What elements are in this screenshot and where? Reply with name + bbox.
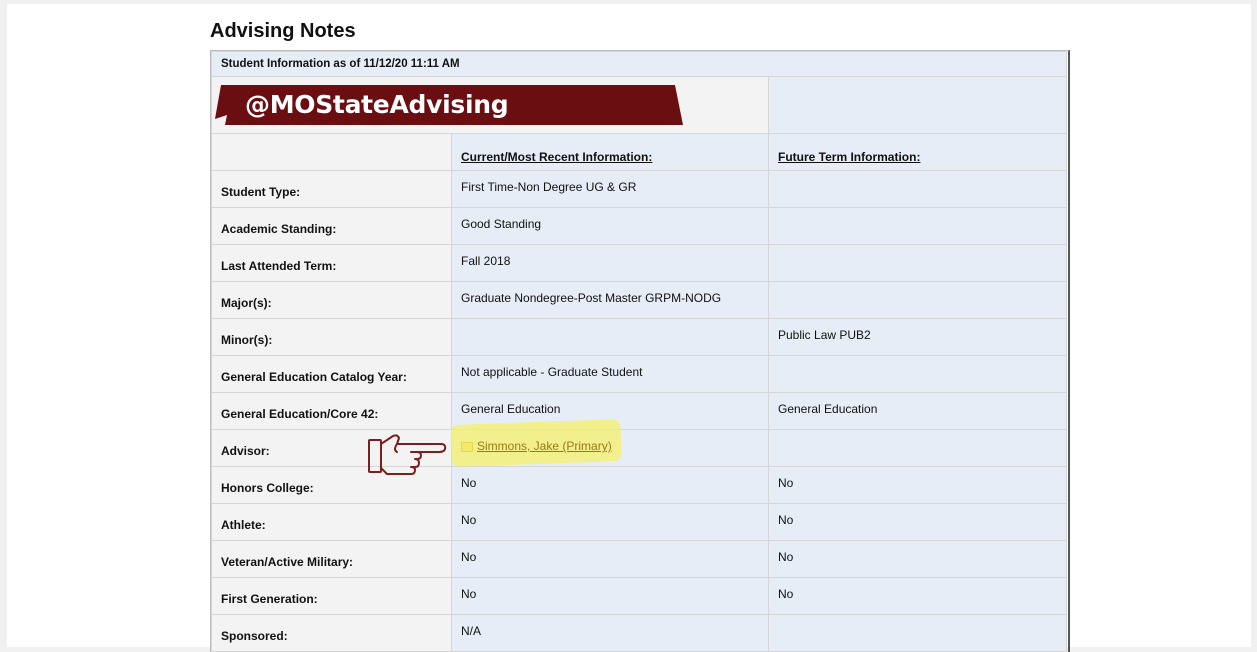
row-future: Public Law PUB2 [767, 318, 1068, 356]
row-future [767, 281, 1068, 319]
row-future [767, 614, 1068, 652]
row-future [767, 170, 1068, 208]
advisor-name: Simmons, Jake (Primary) [477, 439, 612, 453]
table-row: Minor(s): Public Law PUB2 [211, 318, 1068, 356]
row-label: Academic Standing: [211, 207, 452, 245]
row-current: No [451, 540, 769, 578]
row-current: Graduate Nondegree-Post Master GRPM-NODG [451, 281, 769, 319]
row-future: No [767, 540, 1068, 578]
row-label: Veteran/Active Military: [211, 540, 452, 578]
table-row: Student Type: First Time-Non Degree UG &… [211, 170, 1068, 208]
row-label: General Education Catalog Year: [211, 355, 452, 393]
page: Advising Notes Student Information as of… [7, 4, 1251, 652]
row-future: No [767, 503, 1068, 541]
table-row: General Education Catalog Year: Not appl… [211, 355, 1068, 393]
table-row-advisor: Advisor: Simmons, Jake (Primary) [211, 429, 1068, 467]
header-empty-cell [211, 133, 452, 171]
row-future: No [767, 577, 1068, 615]
header-current: Current/Most Recent Information: [451, 133, 769, 171]
table-row: Academic Standing: Good Standing [211, 207, 1068, 245]
table-row: First Generation: No No [211, 577, 1068, 615]
row-label: Sponsored: [211, 614, 452, 652]
row-current: N/A [451, 614, 769, 652]
table-row: Last Attended Term: Fall 2018 [211, 244, 1068, 282]
info-row: Student Information as of 11/12/20 11:11… [211, 51, 1068, 77]
banner-cell: @MOStateAdvising [211, 76, 769, 134]
row-label: Athlete: [211, 503, 452, 541]
banner-row: @MOStateAdvising [211, 76, 1068, 134]
advisor-link[interactable]: Simmons, Jake (Primary) [477, 439, 612, 453]
table-row: Honors College: No No [211, 466, 1068, 504]
info-caption: Student Information as of 11/12/20 11:11… [211, 51, 1068, 77]
table-row: Sponsored: N/A [211, 614, 1068, 652]
row-future: No [767, 466, 1068, 504]
row-label: Minor(s): [211, 318, 452, 356]
pointing-hand-icon [368, 434, 447, 475]
row-current: No [451, 503, 769, 541]
row-label: Student Type: [211, 170, 452, 208]
row-current: Not applicable - Graduate Student [451, 355, 769, 393]
row-future: General Education [767, 392, 1068, 430]
page-title: Advising Notes [210, 20, 356, 42]
row-label: Last Attended Term: [211, 244, 452, 282]
advising-table: Student Information as of 11/12/20 11:11… [211, 51, 1068, 652]
row-label: Major(s): [211, 281, 452, 319]
header-future: Future Term Information: [767, 133, 1068, 171]
table-row: General Education/Core 42: General Educa… [211, 392, 1068, 430]
row-current [451, 318, 769, 356]
row-current: Good Standing [451, 207, 769, 245]
row-label: General Education/Core 42: [211, 392, 452, 430]
row-future [767, 244, 1068, 282]
row-future [767, 355, 1068, 393]
header-row: Current/Most Recent Information: Future … [211, 133, 1068, 171]
table-row: Major(s): Graduate Nondegree-Post Master… [211, 281, 1068, 319]
row-current: First Time-Non Degree UG & GR [451, 170, 769, 208]
row-future [767, 207, 1068, 245]
row-current: Fall 2018 [451, 244, 769, 282]
watermark-banner: @MOStateAdvising [215, 85, 685, 125]
banner-text: @MOStateAdvising [245, 90, 509, 119]
row-label: First Generation: [211, 577, 452, 615]
table-row: Veteran/Active Military: No No [211, 540, 1068, 578]
row-current: No [451, 577, 769, 615]
row-future [767, 429, 1068, 467]
banner-empty-cell [767, 76, 1068, 134]
advising-table-container: Student Information as of 11/12/20 11:11… [210, 50, 1070, 652]
row-current: No [451, 466, 769, 504]
table-row: Athlete: No No [211, 503, 1068, 541]
